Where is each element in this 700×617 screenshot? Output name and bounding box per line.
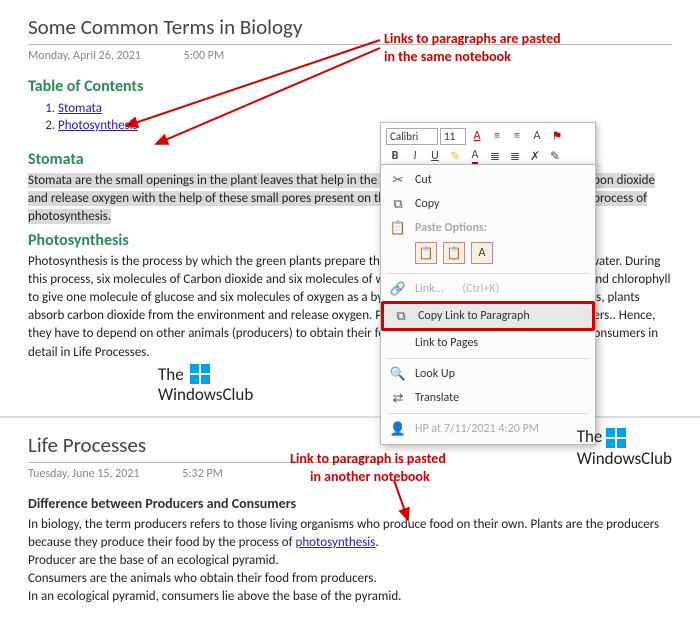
watermark: The: [158, 364, 216, 385]
page-life-processes: Life Processes Tuesday, June 15, 2021 5:…: [0, 418, 700, 617]
highlight-icon[interactable]: ✎: [446, 147, 464, 165]
toc-link-photosynthesis[interactable]: Photosynthesis: [58, 118, 138, 133]
paste-options-row: 📋 📋 A: [381, 240, 595, 270]
paste-merge-formatting[interactable]: 📋: [443, 242, 465, 264]
font-color-icon[interactable]: A: [468, 127, 486, 145]
paste-options-label: 📋 Paste Options:: [381, 216, 595, 240]
photosynthesis-link[interactable]: photosynthesis: [296, 535, 376, 550]
toc-item-stomata: Stomata: [58, 100, 672, 117]
outdent-icon[interactable]: ≡: [488, 127, 506, 145]
copy-link-icon: ⧉: [392, 308, 410, 324]
menu-translate[interactable]: ⇄ Translate: [381, 386, 595, 410]
menu-copy[interactable]: ⧉ Copy: [381, 192, 595, 216]
cut-icon: ✂: [389, 172, 407, 188]
clear-format-icon[interactable]: ✗: [526, 147, 544, 165]
page2-body1[interactable]: In biology, the term producers refers to…: [28, 516, 672, 552]
italic-icon[interactable]: I: [406, 147, 424, 165]
size-select[interactable]: 11: [440, 128, 466, 145]
menu-link-to-pages[interactable]: Link to Pages: [381, 331, 595, 355]
indent-icon[interactable]: ≡: [508, 127, 526, 145]
styles-icon[interactable]: A: [528, 127, 546, 145]
paste-text-only[interactable]: A: [471, 242, 493, 264]
font-color2-icon[interactable]: A: [466, 147, 484, 165]
menu-cut[interactable]: ✂ Cut: [381, 168, 595, 192]
bullets-icon[interactable]: ≣: [486, 147, 504, 165]
toc-link-stomata[interactable]: Stomata: [58, 101, 102, 116]
translate-icon: ⇄: [389, 390, 407, 406]
format-painter-icon[interactable]: ✎: [546, 147, 564, 165]
watermark-line2: WindowsClub: [158, 384, 253, 405]
page-biology: Some Common Terms in Biology Monday, Apr…: [0, 0, 700, 416]
underline-icon[interactable]: U: [426, 147, 444, 165]
font-select[interactable]: Calibri: [386, 128, 438, 145]
annotation-link-another-notebook: Link to paragraph is pasted in another n…: [290, 450, 446, 486]
paste-keep-formatting[interactable]: 📋: [415, 242, 437, 264]
watermark2: The WindowsClub: [577, 426, 672, 469]
link-icon: 🔗: [389, 281, 407, 297]
copy-icon: ⧉: [389, 196, 407, 212]
windowsclub-logo-icon: [190, 364, 210, 384]
page-date: Monday, April 26, 2021 5:00 PM: [28, 49, 672, 63]
annotation-links-same-notebook: Links to paragraphs are pasted in the sa…: [384, 30, 561, 66]
toc-heading: Table of Contents: [28, 77, 672, 96]
page2-body2[interactable]: Producer are the base of an ecological p…: [28, 552, 672, 570]
clipboard-icon: 📋: [389, 220, 407, 236]
context-menu: ✂ Cut ⧉ Copy 📋 Paste Options: 📋 📋 A 🔗 Li…: [380, 164, 596, 445]
menu-copy-link-to-paragraph[interactable]: ⧉ Copy Link to Paragraph: [381, 301, 595, 331]
menu-lookup[interactable]: 🔍 Look Up: [381, 362, 595, 386]
mini-toolbar: Calibri 11 A ≡ ≡ A ⚑ B I U ✎ A ≣ ≣ ✗ ✎: [380, 122, 596, 170]
lookup-icon: 🔍: [389, 366, 407, 382]
numbering-icon[interactable]: ≣: [506, 147, 524, 165]
windowsclub-logo-icon: [606, 428, 626, 448]
bold-icon[interactable]: B: [386, 147, 404, 165]
page2-body3[interactable]: Consumers are the animals who obtain the…: [28, 570, 672, 588]
tag-icon[interactable]: ⚑: [548, 127, 566, 145]
difference-heading: Difference between Producers and Consume…: [28, 495, 672, 512]
menu-link: 🔗 Link... (Ctrl+K): [381, 277, 595, 301]
page-title: Some Common Terms in Biology: [28, 14, 672, 45]
page2-body4[interactable]: In an ecological pyramid, consumers lie …: [28, 588, 672, 606]
